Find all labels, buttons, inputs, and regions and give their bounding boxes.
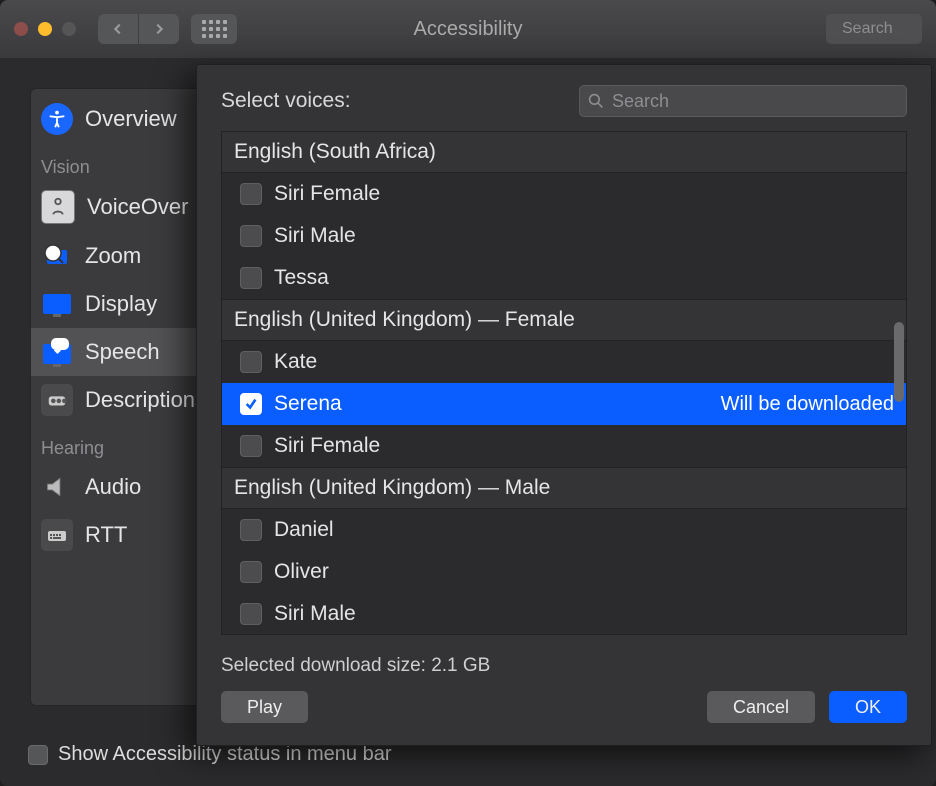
voice-checkbox[interactable] bbox=[240, 561, 262, 583]
audio-icon bbox=[41, 471, 73, 503]
show-status-menubar-checkbox[interactable]: Show Accessibility status in menu bar bbox=[28, 743, 392, 766]
search-icon bbox=[588, 93, 604, 109]
chevron-right-icon bbox=[152, 22, 166, 36]
voice-name: Daniel bbox=[274, 518, 334, 542]
sidebar-item-zoom[interactable]: Zoom bbox=[31, 232, 206, 280]
display-icon bbox=[41, 288, 73, 320]
sheet-header: Select voices: bbox=[197, 65, 931, 131]
voice-name: Siri Male bbox=[274, 224, 356, 248]
sidebar-item-label: RTT bbox=[85, 522, 127, 548]
sidebar: Overview Vision VoiceOver bbox=[30, 88, 207, 706]
sidebar-item-label: Zoom bbox=[85, 243, 141, 269]
voice-name: Kate bbox=[274, 350, 317, 374]
sidebar-item-label: Display bbox=[85, 291, 157, 317]
voice-row-selected[interactable]: Serena Will be downloaded bbox=[222, 383, 906, 425]
voice-name: Siri Female bbox=[274, 182, 380, 206]
select-voices-sheet: Select voices: English (South Africa) Si… bbox=[196, 64, 932, 746]
voices-list[interactable]: English (South Africa) Siri Female Siri … bbox=[221, 131, 907, 635]
system-preferences-window: Accessibility Overview Vision bbox=[0, 0, 936, 786]
sidebar-group-vision: Vision bbox=[31, 143, 206, 182]
voice-status: Will be downloaded bbox=[721, 393, 894, 416]
sidebar-item-label: Overview bbox=[85, 106, 177, 132]
sidebar-item-label: Speech bbox=[85, 339, 160, 365]
voice-group-header: English (United Kingdom) — Female bbox=[222, 299, 906, 341]
voice-checkbox-checked[interactable] bbox=[240, 393, 262, 415]
download-size-label: Selected download size: 2.1 GB bbox=[221, 655, 907, 677]
zoom-window-button[interactable] bbox=[62, 22, 76, 36]
sheet-title: Select voices: bbox=[221, 89, 351, 113]
voice-row[interactable]: Siri Male bbox=[222, 215, 906, 257]
sidebar-item-label: Audio bbox=[85, 474, 141, 500]
descriptions-icon bbox=[41, 384, 73, 416]
voice-group-header: English (South Africa) bbox=[222, 132, 906, 173]
sidebar-group-hearing: Hearing bbox=[31, 424, 206, 463]
zoom-icon bbox=[41, 240, 73, 272]
checkbox-box bbox=[28, 745, 48, 765]
traffic-lights bbox=[14, 22, 76, 36]
close-window-button[interactable] bbox=[14, 22, 28, 36]
rtt-icon bbox=[41, 519, 73, 551]
play-button[interactable]: Play bbox=[221, 691, 308, 723]
sidebar-item-voiceover[interactable]: VoiceOver bbox=[31, 182, 206, 232]
ok-button[interactable]: OK bbox=[829, 691, 907, 723]
voice-row[interactable]: Tessa bbox=[222, 257, 906, 299]
voice-row[interactable]: Siri Female bbox=[222, 425, 906, 467]
voice-checkbox[interactable] bbox=[240, 435, 262, 457]
sidebar-item-label: VoiceOver bbox=[87, 194, 189, 220]
sidebar-item-display[interactable]: Display bbox=[31, 280, 206, 328]
sidebar-item-descriptions[interactable]: Descriptions bbox=[31, 376, 206, 424]
voice-row[interactable]: Kate bbox=[222, 341, 906, 383]
voice-name: Siri Female bbox=[274, 434, 380, 458]
speech-icon bbox=[41, 336, 73, 368]
sidebar-item-rtt[interactable]: RTT bbox=[31, 511, 206, 559]
sidebar-item-audio[interactable]: Audio bbox=[31, 463, 206, 511]
nav-back-forward bbox=[98, 14, 179, 44]
voice-checkbox[interactable] bbox=[240, 519, 262, 541]
checkbox-label: Show Accessibility status in menu bar bbox=[58, 743, 392, 766]
sidebar-item-overview[interactable]: Overview bbox=[31, 95, 206, 143]
cancel-button[interactable]: Cancel bbox=[707, 691, 815, 723]
sidebar-item-label: Descriptions bbox=[85, 387, 206, 413]
sheet-button-row: Play Cancel OK bbox=[221, 691, 907, 723]
voiceover-icon bbox=[41, 190, 75, 224]
voice-name: Tessa bbox=[274, 266, 329, 290]
voice-checkbox[interactable] bbox=[240, 225, 262, 247]
voice-checkbox[interactable] bbox=[240, 267, 262, 289]
voice-row[interactable]: Oliver bbox=[222, 551, 906, 593]
accessibility-icon bbox=[41, 103, 73, 135]
voice-row[interactable]: Daniel bbox=[222, 509, 906, 551]
voice-checkbox[interactable] bbox=[240, 603, 262, 625]
show-all-prefs-button[interactable] bbox=[191, 14, 237, 44]
voice-name: Siri Male bbox=[274, 602, 356, 626]
voices-search-input[interactable] bbox=[610, 90, 898, 113]
voices-search-field[interactable] bbox=[579, 85, 907, 117]
chevron-left-icon bbox=[111, 22, 125, 36]
check-icon bbox=[244, 397, 258, 411]
voice-name: Serena bbox=[274, 392, 342, 416]
voice-checkbox[interactable] bbox=[240, 183, 262, 205]
grid-icon bbox=[202, 20, 227, 38]
voice-row[interactable]: Siri Male bbox=[222, 593, 906, 635]
voice-group-header: English (United Kingdom) — Male bbox=[222, 467, 906, 509]
voice-row[interactable]: Siri Female bbox=[222, 173, 906, 215]
forward-button[interactable] bbox=[139, 14, 179, 44]
toolbar: Accessibility bbox=[0, 0, 936, 59]
toolbar-search-field[interactable] bbox=[826, 14, 922, 44]
scrollbar-thumb[interactable] bbox=[894, 322, 904, 402]
voice-checkbox[interactable] bbox=[240, 351, 262, 373]
minimize-window-button[interactable] bbox=[38, 22, 52, 36]
toolbar-search-input[interactable] bbox=[840, 19, 914, 39]
sheet-footer: Selected download size: 2.1 GB Play Canc… bbox=[197, 635, 931, 745]
voice-name: Oliver bbox=[274, 560, 329, 584]
back-button[interactable] bbox=[98, 14, 138, 44]
sidebar-item-speech[interactable]: Speech bbox=[31, 328, 206, 376]
